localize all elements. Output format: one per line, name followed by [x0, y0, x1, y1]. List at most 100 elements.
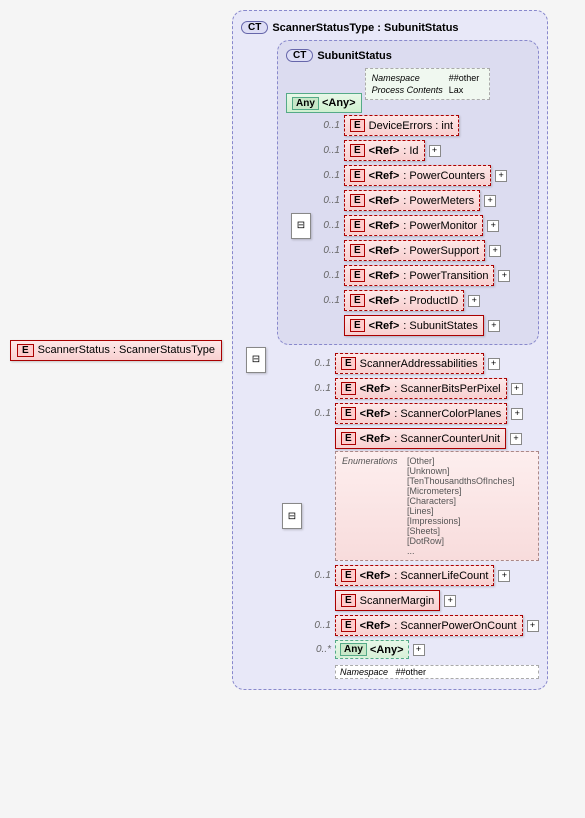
expand-icon[interactable]: +	[489, 245, 501, 257]
schema-item: 0..1E<Ref>: ScannerBitsPerPixel+	[313, 378, 539, 399]
expand-icon[interactable]: +	[487, 220, 499, 232]
element-label: : ScannerCounterUnit	[394, 433, 500, 445]
element-badge: E	[350, 244, 365, 257]
element-box[interactable]: E ScannerMargin	[335, 590, 440, 611]
inner-items-list: 0..1EDeviceErrors : int0..1E<Ref>: Id+0.…	[322, 115, 530, 336]
element-box[interactable]: E<Ref>: PowerTransition	[344, 265, 494, 286]
expand-icon[interactable]: +	[510, 433, 522, 445]
sequence-icon[interactable]: ⊟	[282, 503, 302, 529]
ct-inner-header: CT SubunitStatus	[286, 49, 530, 62]
element-box[interactable]: E<Ref>: ScannerLifeCount	[335, 565, 494, 586]
element-badge: E	[341, 569, 356, 582]
any-ns-val: ##other	[449, 73, 484, 83]
expand-icon[interactable]: +	[484, 195, 496, 207]
cardinality: 0..1	[313, 383, 331, 394]
any-label: <Any>	[322, 97, 356, 109]
expand-icon[interactable]: +	[429, 145, 441, 157]
element-label: ScannerMargin	[360, 595, 435, 607]
outer-items-connector: ⊟	[277, 353, 307, 679]
cardinality: 0..1	[322, 220, 340, 231]
expand-icon[interactable]: +	[511, 383, 523, 395]
expand-icon[interactable]: +	[413, 644, 425, 656]
expand-icon[interactable]: +	[511, 408, 523, 420]
ref-tag: <Ref>	[369, 220, 400, 232]
ct-badge: CT	[241, 21, 268, 34]
element-box[interactable]: E<Ref>: ProductID	[344, 290, 464, 311]
element-label: : PowerTransition	[403, 270, 488, 282]
schema-item: 0..1EScannerAddressabilities+	[313, 353, 539, 374]
element-box[interactable]: E <Ref>: PowerSupport	[344, 240, 485, 261]
schema-item: 0..1 E<Ref>: PowerTransition +	[322, 265, 530, 286]
element-label: : Id	[403, 145, 418, 157]
schema-item: 0..1EDeviceErrors : int	[322, 115, 530, 136]
element-label: : PowerMonitor	[403, 220, 477, 232]
expand-icon[interactable]: +	[498, 270, 510, 282]
element-box[interactable]: E<Ref>: ScannerPowerOnCount	[335, 615, 523, 636]
element-box[interactable]: E <Ref>: PowerMonitor	[344, 215, 483, 236]
element-box[interactable]: E ScannerAddressabilities	[335, 353, 484, 374]
element-badge: E	[350, 219, 365, 232]
cardinality: 0..1	[313, 570, 331, 581]
expand-icon[interactable]: +	[488, 320, 500, 332]
expand-icon[interactable]: +	[468, 295, 480, 307]
any-box[interactable]: Any<Any>	[335, 640, 409, 659]
any-top-detail: Namespace##other Process ContentsLax	[365, 68, 491, 100]
schema-item: E ScannerMargin +	[313, 590, 539, 611]
cardinality: 0..1	[322, 270, 340, 281]
element-box[interactable]: E<Ref>: ScannerColorPlanes	[335, 403, 507, 424]
element-label: : ScannerLifeCount	[394, 570, 488, 582]
element-box[interactable]: E<Ref>: ScannerCounterUnit	[335, 428, 506, 449]
element-badge: E	[341, 382, 356, 395]
element-box[interactable]: E<Ref>: ScannerBitsPerPixel	[335, 378, 507, 399]
sequence-icon[interactable]: ⊟	[291, 213, 311, 239]
element-badge: E	[17, 344, 34, 357]
expand-icon[interactable]: +	[488, 358, 500, 370]
expand-icon[interactable]: +	[495, 170, 507, 182]
element-badge: E	[341, 594, 356, 607]
any-bottom-item: 0..* Any<Any> +	[313, 640, 539, 659]
ref-tag: <Ref>	[369, 195, 400, 207]
any-namespace: Namespace ##other	[335, 665, 539, 679]
element-badge: E	[350, 319, 365, 332]
schema-item: E<Ref>: ScannerCounterUnit +	[313, 428, 539, 449]
any-top-box[interactable]: Any <Any>	[286, 93, 362, 113]
element-box[interactable]: E<Ref>: SubunitStates	[344, 315, 484, 336]
element-box[interactable]: E<Ref>: PowerCounters	[344, 165, 491, 186]
element-badge: E	[350, 269, 365, 282]
any-badge: Any	[292, 97, 319, 110]
schema-item: 0..1 E <Ref>: PowerMeters +	[322, 190, 530, 211]
element-label: ScannerStatus : ScannerStatusType	[38, 344, 215, 356]
element-label: ScannerAddressabilities	[360, 358, 478, 370]
element-badge: E	[341, 407, 356, 420]
scanner-status-element[interactable]: E ScannerStatus : ScannerStatusType	[10, 340, 222, 361]
ref-tag: <Ref>	[369, 245, 400, 257]
element-label: : ProductID	[403, 295, 458, 307]
outer-sequence-connector: ⊟	[241, 40, 271, 679]
element-badge: E	[341, 357, 356, 370]
expand-icon[interactable]: +	[527, 620, 539, 632]
any-pc-key: Process Contents	[372, 85, 447, 95]
element-box[interactable]: EDeviceErrors : int	[344, 115, 459, 136]
ct-inner-box: CT SubunitStatus Any <Any> Namespace##ot…	[277, 40, 539, 345]
cardinality: 0..*	[313, 644, 331, 655]
element-badge: E	[350, 294, 365, 307]
ref-tag: <Ref>	[360, 383, 391, 395]
element-box[interactable]: E<Ref>: Id	[344, 140, 425, 161]
cardinality: 0..1	[322, 245, 340, 256]
expand-icon[interactable]: +	[498, 570, 510, 582]
element-label: : PowerSupport	[403, 245, 479, 257]
cardinality: 0..1	[322, 295, 340, 306]
ref-tag: <Ref>	[360, 408, 391, 420]
inner-sequence-connector: ⊟	[286, 115, 316, 336]
cardinality: 0..1	[322, 195, 340, 206]
ct-outer-title: ScannerStatusType : SubunitStatus	[272, 22, 458, 34]
element-label: : PowerMeters	[403, 195, 474, 207]
ref-tag: <Ref>	[369, 170, 400, 182]
schema-item: 0..1 E<Ref>: ScannerLifeCount +	[313, 565, 539, 586]
element-badge: E	[350, 194, 365, 207]
sequence-icon[interactable]: ⊟	[246, 347, 266, 373]
cardinality: 0..1	[313, 408, 331, 419]
cardinality: 0..1	[322, 170, 340, 181]
element-box[interactable]: E <Ref>: PowerMeters	[344, 190, 480, 211]
expand-icon[interactable]: +	[444, 595, 456, 607]
